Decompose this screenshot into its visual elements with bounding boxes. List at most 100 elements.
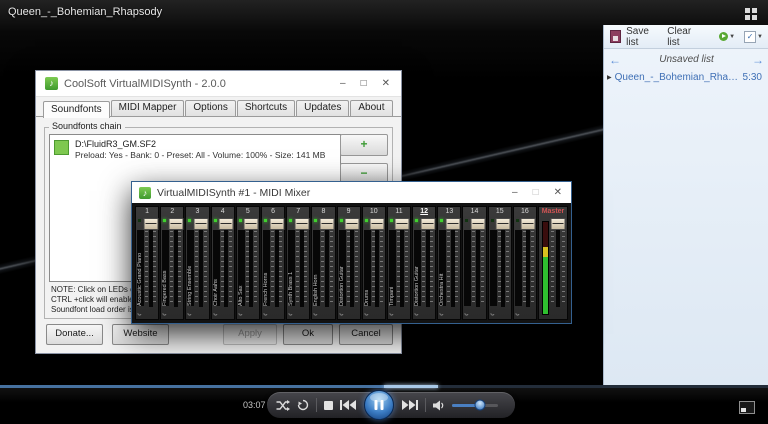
- fader-handle[interactable]: [243, 218, 259, 230]
- channel-fader[interactable]: [344, 217, 360, 307]
- channel-led-icon[interactable]: [138, 219, 141, 222]
- tab-options[interactable]: Options: [185, 100, 236, 117]
- channel-note-icon[interactable]: ♪: [438, 313, 445, 317]
- fader-handle[interactable]: [344, 218, 360, 230]
- mixer-titlebar[interactable]: ♪ VirtualMIDISynth #1 - MIDI Mixer – □ ✕: [132, 182, 571, 203]
- channel-led-icon[interactable]: [314, 219, 318, 222]
- fader-handle[interactable]: [193, 218, 209, 230]
- channel-fader[interactable]: [143, 217, 159, 307]
- add-soundfont-button[interactable]: +: [340, 134, 388, 156]
- channel-fader[interactable]: [319, 217, 335, 307]
- channel-led-icon[interactable]: [440, 219, 444, 222]
- channel-led-icon[interactable]: [515, 219, 519, 222]
- seek-bar[interactable]: [0, 385, 768, 388]
- channel-fader[interactable]: [445, 217, 461, 307]
- channel-note-icon[interactable]: ♪: [412, 313, 419, 317]
- fader-handle[interactable]: [143, 218, 159, 230]
- channel-fader[interactable]: [420, 217, 436, 307]
- channel-fader[interactable]: [243, 217, 259, 307]
- fader-handle[interactable]: [550, 218, 566, 230]
- channel-led-icon[interactable]: [339, 219, 343, 222]
- fader-handle[interactable]: [269, 218, 285, 230]
- channel-fader[interactable]: [470, 217, 486, 307]
- fader-handle[interactable]: [319, 218, 335, 230]
- fader-handle[interactable]: [495, 218, 511, 230]
- channel-led-icon[interactable]: [213, 219, 217, 222]
- channel-note-icon[interactable]: ♪: [362, 313, 369, 317]
- maximize-icon[interactable]: □: [361, 78, 367, 89]
- minimize-icon[interactable]: –: [512, 187, 518, 198]
- minimize-icon[interactable]: –: [340, 78, 346, 89]
- fader-handle[interactable]: [294, 218, 310, 230]
- channel-led-icon[interactable]: [289, 219, 293, 222]
- tab-shortcuts[interactable]: Shortcuts: [236, 100, 296, 117]
- channel-note-icon[interactable]: ♪: [236, 313, 243, 317]
- seek-playhead[interactable]: [384, 385, 438, 388]
- channel-led-icon[interactable]: [490, 219, 494, 222]
- repeat-button[interactable]: [297, 399, 309, 411]
- fullscreen-toggle-icon[interactable]: [739, 401, 755, 414]
- donate-button[interactable]: Donate...: [46, 324, 103, 345]
- channel-note-icon[interactable]: ♪: [387, 313, 394, 317]
- channel-fader[interactable]: [394, 217, 410, 307]
- tab-updates[interactable]: Updates: [296, 100, 350, 117]
- fader-handle[interactable]: [470, 218, 486, 230]
- volume-slider[interactable]: [452, 399, 498, 411]
- channel-fader[interactable]: [520, 217, 536, 307]
- coolsoft-titlebar[interactable]: ♪ CoolSoft VirtualMIDISynth - 2.0.0 – □ …: [36, 71, 401, 97]
- apply-button[interactable]: Apply: [223, 324, 277, 345]
- volume-knob[interactable]: [474, 399, 486, 411]
- selection-options-button[interactable]: ✓ ▼: [744, 30, 763, 43]
- fader-handle[interactable]: [420, 218, 436, 230]
- channel-note-icon[interactable]: ♪: [286, 313, 293, 317]
- next-button[interactable]: [402, 400, 418, 410]
- channel-led-icon[interactable]: [163, 219, 167, 222]
- view-switch-grid-icon[interactable]: [745, 8, 757, 20]
- channel-note-icon[interactable]: ♪: [312, 313, 319, 317]
- tab-soundfonts[interactable]: Soundfonts: [43, 101, 110, 118]
- channel-note-icon[interactable]: ♪: [160, 313, 167, 317]
- channel-note-icon[interactable]: ♪: [211, 313, 218, 317]
- website-button[interactable]: Website: [112, 324, 169, 345]
- playlist-item[interactable]: ▶Queen_-_Bohemian_Rhapsody5:30: [604, 70, 768, 85]
- channel-fader[interactable]: [369, 217, 385, 307]
- channel-note-icon[interactable]: ♪: [463, 313, 470, 317]
- fader-handle[interactable]: [369, 218, 385, 230]
- channel-led-icon[interactable]: [238, 219, 242, 222]
- previous-playlist-icon[interactable]: ←: [609, 54, 621, 66]
- channel-led-icon[interactable]: [188, 219, 192, 222]
- ok-button[interactable]: Ok: [283, 324, 333, 345]
- channel-led-icon[interactable]: [415, 219, 419, 222]
- channel-note-icon[interactable]: ♪: [337, 313, 344, 317]
- soundfont-enabled-led-icon[interactable]: [54, 140, 69, 155]
- channel-fader[interactable]: [294, 217, 310, 307]
- channel-led-icon[interactable]: [263, 219, 267, 222]
- playlist-item-title[interactable]: Queen_-_Bohemian_Rhapsody: [615, 72, 740, 83]
- channel-fader[interactable]: [168, 217, 184, 307]
- tab-midi-mapper[interactable]: MIDI Mapper: [110, 100, 185, 117]
- stop-button[interactable]: [324, 400, 333, 410]
- close-icon[interactable]: ✕: [382, 78, 390, 89]
- channel-note-icon[interactable]: ♪: [488, 313, 495, 317]
- channel-led-icon[interactable]: [364, 219, 368, 222]
- close-icon[interactable]: ✕: [554, 187, 562, 198]
- fader-handle[interactable]: [168, 218, 184, 230]
- channel-led-icon[interactable]: [465, 219, 469, 222]
- pause-button[interactable]: [364, 390, 394, 420]
- mute-button[interactable]: [433, 400, 445, 411]
- next-playlist-icon[interactable]: →: [752, 54, 764, 66]
- cancel-button[interactable]: Cancel: [339, 324, 393, 345]
- channel-note-icon[interactable]: ♪: [135, 313, 142, 317]
- channel-fader[interactable]: [193, 217, 209, 307]
- list-options-button[interactable]: ▼: [719, 32, 735, 41]
- fader-handle[interactable]: [394, 218, 410, 230]
- channel-led-icon[interactable]: [389, 219, 393, 222]
- tab-about[interactable]: About: [350, 100, 393, 117]
- channel-note-icon[interactable]: ♪: [513, 313, 520, 317]
- channel-note-icon[interactable]: ♪: [186, 313, 193, 317]
- channel-fader[interactable]: [269, 217, 285, 307]
- soundfont-list-item[interactable]: D:\FluidR3_GM.SF2 Preload: Yes - Bank: 0…: [50, 135, 340, 165]
- fader-handle[interactable]: [218, 218, 234, 230]
- fader-handle[interactable]: [520, 218, 536, 230]
- clear-list-button[interactable]: Clear list: [667, 26, 701, 48]
